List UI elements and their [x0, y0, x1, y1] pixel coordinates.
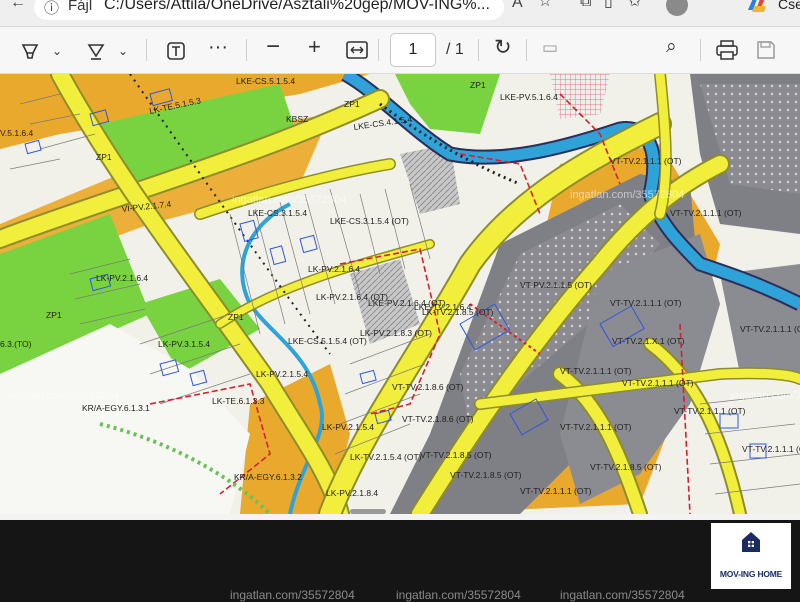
zone-label: ZP1 — [344, 99, 360, 109]
protocol-label: Fájl — [68, 0, 93, 14]
zone-label: ZP1 — [46, 310, 62, 320]
save-icon[interactable] — [756, 40, 776, 60]
zone-label: LK-TV.2.1.8.5 (OT) — [422, 307, 494, 317]
zone-label: LK-PV.2.1.5.4 — [322, 422, 374, 432]
more-options-icon[interactable]: ··· — [208, 37, 228, 57]
zoning-map[interactable]: ZP1 LKE-CS.5.1.5.4 LK-TE.5.1.5.3 KBSZ LKE-CS… — [0, 74, 800, 514]
toolbar-divider — [478, 39, 479, 61]
zone-label: VT-TV.2.1.1.1 (OT) — [670, 208, 742, 218]
zone-label: KBSZ — [286, 114, 308, 124]
split-screen-icon[interactable]: ▯ — [604, 0, 613, 10]
favorites-icon[interactable]: ✩ — [628, 0, 641, 10]
page-number-input[interactable]: 1 — [390, 33, 436, 67]
zone-label: LK-PV.2.1.8.3 (OT) — [360, 328, 432, 338]
zoom-in-icon[interactable]: + — [308, 36, 321, 58]
page-total: / 1 — [446, 41, 464, 58]
url-text[interactable]: C:/Users/Attila/OneDrive/Asztali%20gép/M… — [104, 0, 490, 14]
zone-label: ZP1 — [470, 80, 486, 90]
toolbar-divider — [378, 39, 379, 61]
watermark-bottom: ingatlan.com/35572804 — [230, 588, 355, 602]
browser-address-bar: ← ⓘ Fájl C:/Users/Attila/OneDrive/Asztal… — [0, 0, 800, 27]
rotate-icon[interactable]: ↻ — [494, 37, 512, 58]
watermark: ingatlan.com/35572804 — [232, 194, 347, 206]
zone-label: LKE-CS.5.1.5.4 — [236, 76, 295, 86]
zone-label: LK-PV.2.1.8.4 — [326, 488, 378, 498]
chevron-down-icon[interactable]: ⌄ — [118, 45, 128, 57]
zone-label: LK-TV.2.1.5.4 (OT) — [350, 452, 422, 462]
text-box-icon[interactable] — [166, 41, 186, 61]
zone-label: VT-TV.2.1.8.5 (OT) — [420, 450, 492, 460]
zone-label: LK-PV.2.1.6.4 — [308, 264, 360, 274]
zone-label: KR/A-EGY.6.1.3.2 — [234, 472, 302, 482]
back-icon[interactable]: ← — [10, 0, 26, 11]
zone-label: VT-TV.2.1.8.5 (OT) — [590, 462, 662, 472]
chevron-down-icon[interactable]: ⌄ — [52, 45, 62, 57]
zone-label: LKE-CS.3.1.5.4 — [248, 208, 307, 218]
toolbar-divider — [246, 39, 247, 61]
zone-label: VT-TV.2.1.1.1 (OT) — [742, 444, 800, 454]
search-icon[interactable]: ⌕ — [666, 37, 677, 56]
read-aloud-icon[interactable]: A — [512, 0, 523, 11]
house-icon — [742, 532, 760, 552]
zone-label: VT-TV.2.1.1.1 (OT) — [520, 486, 592, 496]
pdf-toolbar: ⌄ ⌄ ··· − + 1 / 1 ↻ ▭ ⌕ — [0, 27, 800, 74]
company-logo: MOV-ING HOME — [711, 523, 791, 589]
zone-label: LKE-CS.5.1.5.4 (OT) — [288, 336, 367, 346]
zone-label: V.5.1.6.4 — [0, 128, 34, 138]
favorite-star-icon[interactable]: ☆ — [538, 0, 552, 10]
user-label: Cse — [778, 0, 800, 12]
zoning-map-svg: ZP1LKE-CS.5.1.5.4LK-TE.5.1.5.3KBSZ LKE-CS… — [0, 74, 800, 514]
zone-label: VT-TV.2.1.1.1 (OT) — [740, 324, 800, 334]
watermark: ingatlan.com/35572804 — [5, 390, 120, 402]
zone-label: LK-TE.6.1.3.3 — [212, 396, 265, 406]
zone-label: VT-TV.2.1.1.1 (OT) — [622, 378, 694, 388]
toolbar-divider — [146, 39, 147, 61]
zone-label: LKE-PV.5.1.6.4 — [500, 92, 558, 102]
zone-label: 6.3.(TO) — [0, 339, 32, 349]
watermark: ingatlan.com/35572804 — [570, 189, 685, 201]
watermark-bottom: ingatlan.com/35572804 — [560, 588, 685, 602]
zone-label: VT-TV.2.1.1.1 (OT) — [560, 422, 632, 432]
zone-label: ZP1 — [228, 312, 244, 322]
zone-label: VT-TV.2.1.8.5 (OT) — [450, 470, 522, 480]
zone-label: KR/A-EGY.6.1.3.1 — [82, 403, 150, 413]
zone-label: VT-TV.2.1.1.1 (OT) — [610, 298, 682, 308]
zone-label: VT-TV.2.1.8.6 (OT) — [392, 382, 464, 392]
zone-label: LK-PV.3.1.5.4 — [158, 339, 210, 349]
zone-label: VT-TV.2.1.1.1 (OT) — [560, 366, 632, 376]
copilot-icon[interactable] — [744, 0, 770, 14]
toolbar-divider — [700, 39, 701, 61]
zone-label: VT-TV.2.1.1.1 (OT) — [610, 156, 682, 166]
watermark-bottom: ingatlan.com/35572804 — [396, 588, 521, 602]
zone-label: VT-TV.2.1.X.1 (OT) — [612, 336, 685, 346]
zone-label: LKE-CS.3.1.5.4 (OT) — [330, 216, 409, 226]
print-icon[interactable] — [716, 40, 738, 60]
draw-icon[interactable] — [86, 41, 106, 61]
zone-label: VT-PV.2.1.1.5 (OT) — [520, 280, 592, 290]
zone-label: VT-TV.2.1.8.6 (OT) — [402, 414, 474, 424]
zone-label: ZP1 — [96, 152, 112, 162]
extensions-icon[interactable]: ⧉ — [580, 0, 591, 10]
zoom-out-icon[interactable]: − — [266, 35, 280, 59]
profile-avatar[interactable] — [666, 0, 688, 16]
highlight-icon[interactable] — [20, 41, 40, 61]
zone-label: LK-PV.2.1.5.4 — [256, 369, 308, 379]
zone-label: VT-TV.2.1.1.1 (OT) — [674, 406, 746, 416]
fit-to-width-icon[interactable] — [346, 41, 368, 59]
zone-label: LK-PV.2.1.6.4 — [96, 273, 148, 283]
monitor-screen: ← ⓘ Fájl C:/Users/Attila/OneDrive/Asztal… — [0, 0, 800, 520]
toolbar-divider — [526, 39, 527, 61]
horizontal-scrollbar[interactable] — [350, 509, 386, 514]
watermark: ingatlan.com/35572804 — [730, 390, 800, 402]
logo-text: MOV-ING HOME — [719, 569, 783, 579]
info-icon[interactable]: ⓘ — [44, 0, 59, 18]
page-view-icon[interactable]: ▭ — [542, 39, 558, 56]
